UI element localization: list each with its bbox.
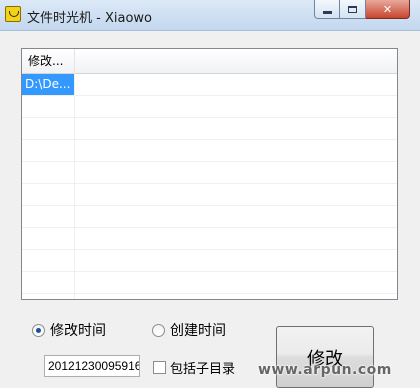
radio-label-create-time: 创建时间 <box>170 323 226 339</box>
radio-modify-time[interactable]: 修改时间 <box>32 320 106 340</box>
datetime-input[interactable]: 20121230095916 <box>44 355 140 377</box>
list-item-empty <box>22 272 397 294</box>
list-item-empty <box>22 294 397 299</box>
maximize-button[interactable] <box>340 0 366 19</box>
list-item[interactable]: D:\De... <box>22 74 397 96</box>
close-icon: ✕ <box>382 2 393 16</box>
title-bar[interactable]: 文件时光机 - Xiaowo ✕ <box>0 0 420 31</box>
close-button[interactable]: ✕ <box>366 0 410 19</box>
minimize-icon <box>322 10 332 14</box>
file-list[interactable]: 修改... D:\De... <box>21 48 398 300</box>
include-subdirs-checkbox[interactable] <box>153 361 166 374</box>
app-window: 文件时光机 - Xiaowo ✕ 修改... D:\De... 修改时间 创建时… <box>0 0 420 388</box>
include-subdirs-label: 包括子目录 <box>170 362 236 377</box>
radio-button-modify-time[interactable] <box>32 323 45 337</box>
minimize-button[interactable] <box>314 0 340 19</box>
watermark: www.arpun.com <box>258 362 392 378</box>
list-item-empty <box>22 206 397 228</box>
radio-create-time[interactable]: 创建时间 <box>152 320 226 340</box>
modify-button[interactable]: 修改 <box>276 326 374 388</box>
window-title: 文件时光机 - Xiaowo <box>27 11 152 26</box>
include-subdirs-option[interactable]: 包括子目录 <box>153 358 235 377</box>
list-item-empty <box>22 228 397 250</box>
list-item-empty <box>22 250 397 272</box>
list-item-empty <box>22 96 397 118</box>
list-item-empty <box>22 140 397 162</box>
list-header: 修改... <box>22 49 397 74</box>
radio-label-modify-time: 修改时间 <box>50 323 106 339</box>
list-rows: D:\De... <box>22 74 397 299</box>
maximize-icon <box>348 5 357 13</box>
radio-button-create-time[interactable] <box>152 323 165 337</box>
column-header-modify[interactable]: 修改... <box>22 49 75 73</box>
app-icon <box>5 6 21 22</box>
caption-buttons: ✕ <box>314 0 410 20</box>
list-item-path: D:\De... <box>22 74 74 95</box>
list-item-empty <box>22 184 397 206</box>
list-item-empty <box>22 162 397 184</box>
list-item-empty <box>22 118 397 140</box>
